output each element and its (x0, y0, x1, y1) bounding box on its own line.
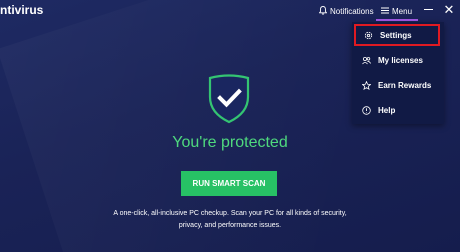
menu-item-settings[interactable]: Settings (354, 24, 440, 46)
protection-status: You're protected (172, 134, 288, 151)
licenses-icon (362, 56, 371, 65)
shield-check-icon (206, 73, 252, 125)
app-title: ntivirus (0, 3, 44, 17)
menu-item-label: Earn Rewards (378, 80, 432, 90)
menu-dropdown: Settings My licenses Earn Rewards Help (352, 22, 444, 124)
notifications-button[interactable]: Notifications (318, 4, 374, 18)
menu-item-my-licenses[interactable]: My licenses (352, 49, 444, 71)
menu-item-label: Settings (380, 30, 412, 40)
menu-active-indicator (376, 19, 418, 21)
description-line: A one-click, all-inclusive PC checkup. S… (113, 210, 347, 217)
star-icon (362, 80, 371, 90)
menu-label: Menu (392, 6, 413, 16)
bell-icon (318, 5, 328, 17)
minimize-icon[interactable] (424, 9, 433, 10)
menu-item-label: Help (378, 105, 396, 115)
scan-description: A one-click, all-inclusive PC checkup. S… (60, 208, 400, 232)
menu-button[interactable]: Menu (381, 4, 412, 18)
description-line: privacy, and performance issues. (178, 222, 282, 229)
titlebar: ntivirus Notifications Menu ✕ (0, 0, 460, 22)
menu-item-earn-rewards[interactable]: Earn Rewards (352, 74, 444, 96)
notifications-label: Notifications (330, 6, 374, 16)
gear-icon (364, 31, 373, 40)
hamburger-icon (381, 7, 389, 16)
help-icon (362, 105, 371, 115)
close-icon[interactable]: ✕ (442, 3, 456, 17)
menu-item-label: My licenses (378, 55, 423, 65)
run-smart-scan-button[interactable]: RUN SMART SCAN (181, 171, 277, 196)
menu-item-help[interactable]: Help (352, 99, 444, 121)
